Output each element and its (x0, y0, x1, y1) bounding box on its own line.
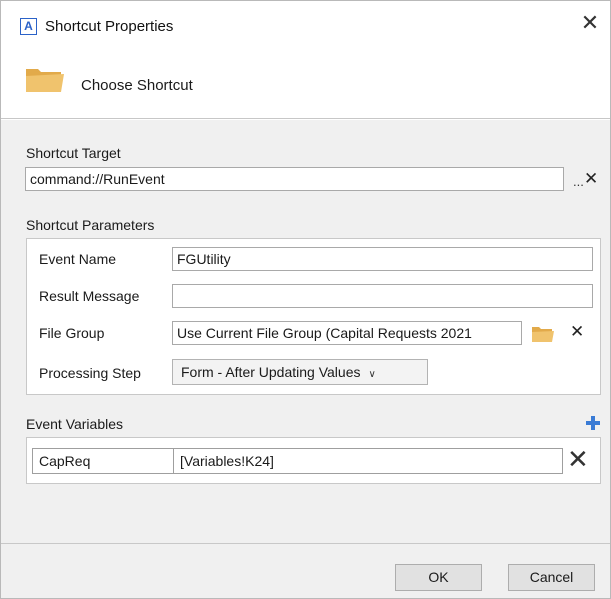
shortcut-parameters-label: Shortcut Parameters (26, 217, 155, 233)
event-name-label: Event Name (39, 251, 117, 267)
file-group-input[interactable]: Use Current File Group (Capital Requests… (172, 321, 522, 345)
remove-variable-icon[interactable]: ✕ (567, 447, 589, 473)
browse-button[interactable]: ... (573, 174, 584, 189)
shortcut-properties-dialog: A Shortcut Properties ✕ Choose Shortcut … (0, 0, 611, 599)
close-icon[interactable]: ✕ (579, 13, 601, 35)
ok-button[interactable]: OK (395, 564, 482, 591)
shortcut-target-label: Shortcut Target (26, 145, 121, 161)
shortcut-target-input[interactable]: command://RunEvent (25, 167, 564, 191)
clear-target-icon[interactable]: ✕ (584, 169, 598, 189)
header-title: Choose Shortcut (81, 77, 193, 94)
event-variables-label: Event Variables (26, 416, 124, 432)
processing-step-select[interactable]: Form - After Updating Values ∨ (172, 359, 428, 385)
chevron-down-icon: ∨ (368, 369, 376, 380)
result-message-input[interactable] (172, 284, 593, 308)
file-group-label: File Group (39, 325, 105, 341)
variable-value-cell[interactable]: [Variables!K24] (173, 448, 563, 474)
processing-step-value: Form - After Updating Values (181, 364, 361, 380)
title-bar: A Shortcut Properties ✕ (1, 1, 610, 53)
window-title: Shortcut Properties (45, 18, 174, 35)
app-logo-icon: A (20, 18, 37, 35)
cancel-button[interactable]: Cancel (508, 564, 595, 591)
clear-file-group-icon[interactable]: ✕ (570, 322, 584, 342)
folder-browse-icon[interactable] (531, 325, 555, 343)
result-message-label: Result Message (39, 288, 140, 304)
processing-step-label: Processing Step (39, 365, 141, 381)
add-variable-icon[interactable] (586, 416, 600, 430)
dialog-header: Choose Shortcut (1, 53, 610, 119)
event-name-input[interactable]: FGUtility (172, 247, 593, 271)
variable-name-cell[interactable]: CapReq (32, 448, 174, 474)
dialog-footer: OK Cancel (1, 543, 610, 598)
folder-icon (26, 69, 64, 92)
